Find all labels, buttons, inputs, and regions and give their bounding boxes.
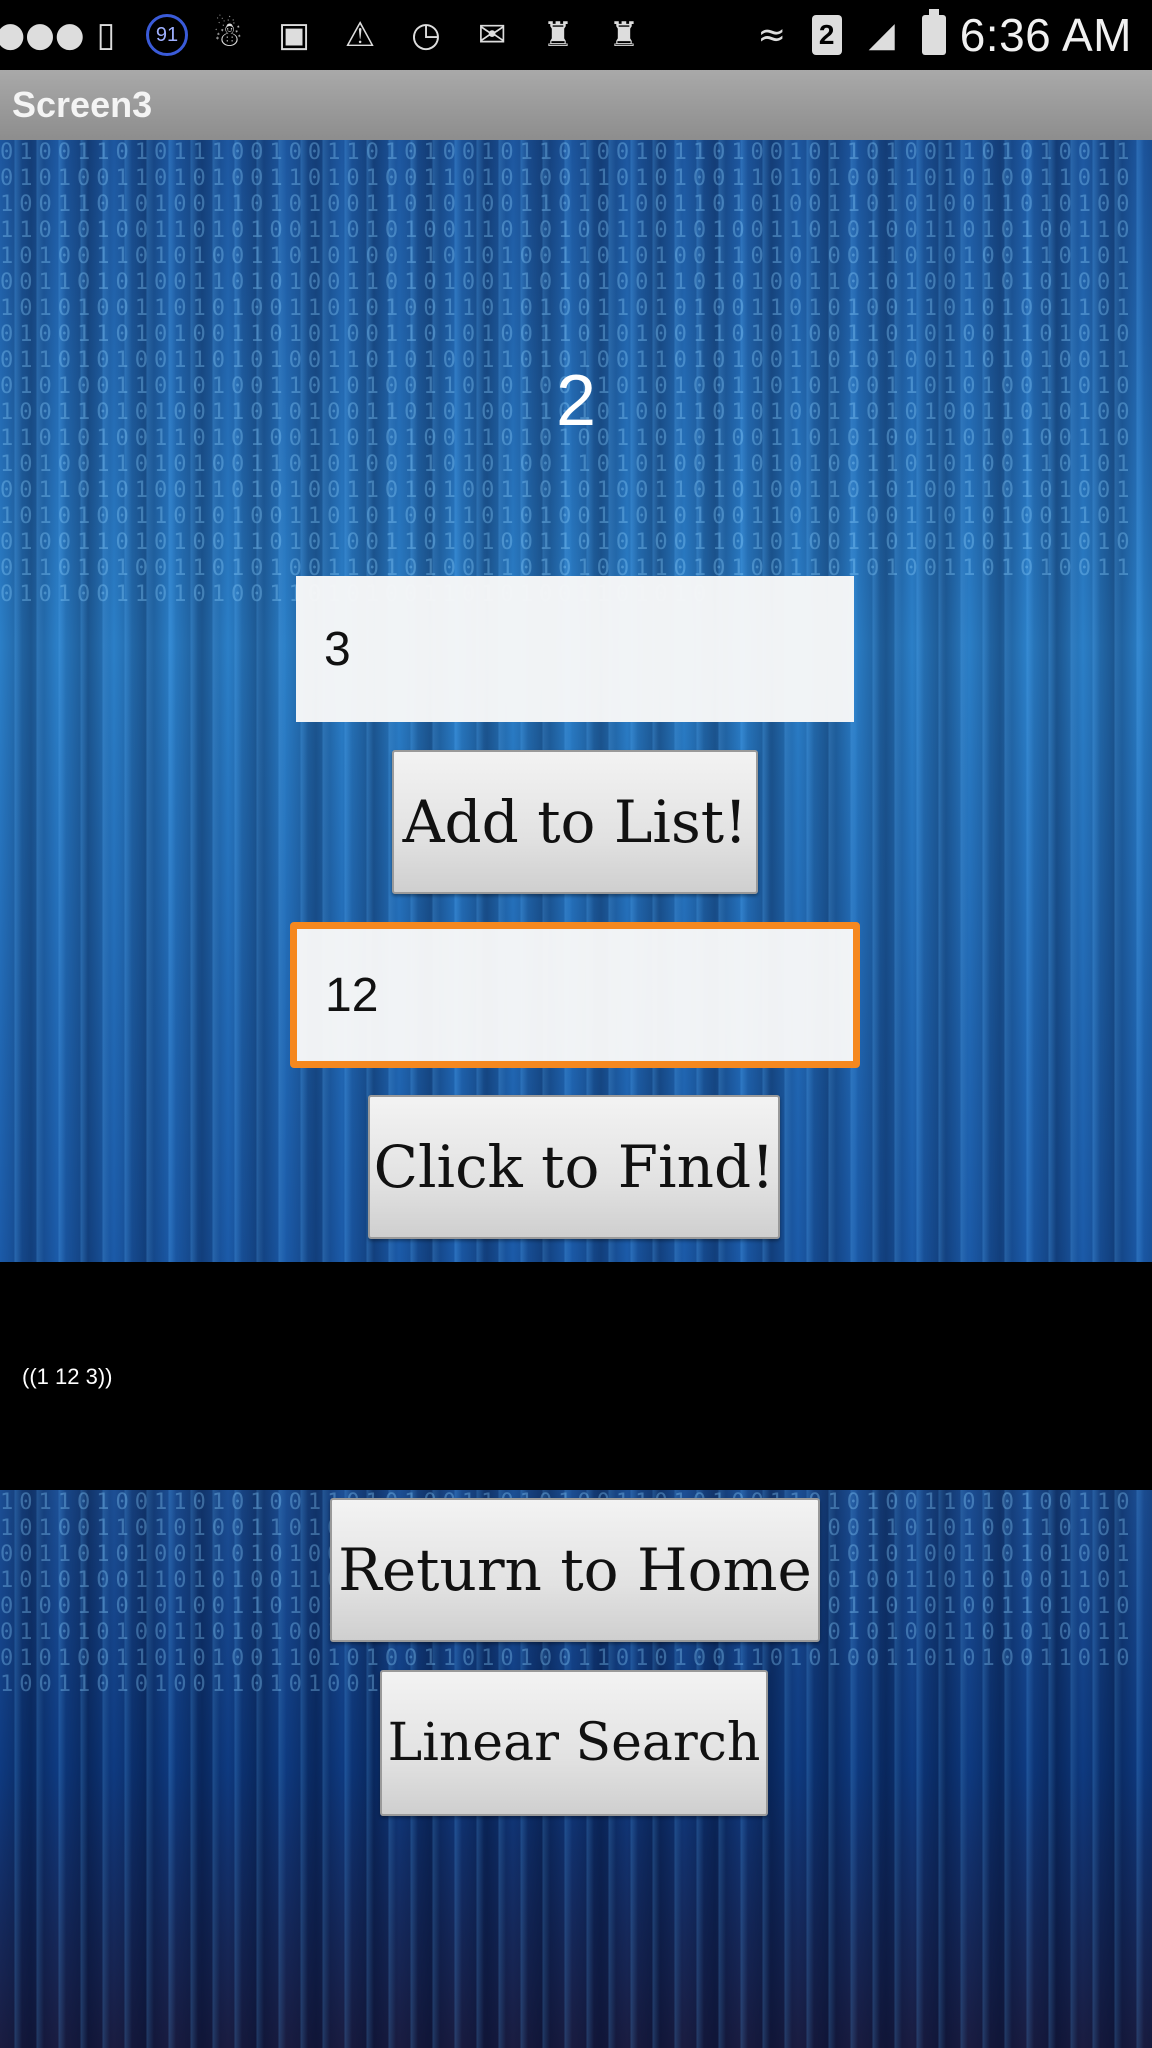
find-value-input[interactable]: 12 bbox=[290, 922, 860, 1068]
message-icon: ●●● bbox=[0, 15, 85, 55]
counter-label: 2 bbox=[555, 361, 597, 441]
add-value-input[interactable]: 3 bbox=[296, 576, 854, 722]
warning-icon: ⚠ bbox=[344, 15, 376, 55]
status-right: ≈ 2 ◢ 6:36 AM bbox=[746, 0, 1132, 70]
battery-icon bbox=[921, 9, 946, 55]
list-output-label: ((1 12 3)) bbox=[22, 1364, 113, 1389]
sim-icon: 2 bbox=[811, 15, 842, 55]
click-to-find-button[interactable]: Click to Find! bbox=[368, 1095, 780, 1239]
wifi-icon: ≈ bbox=[757, 15, 786, 55]
title-bar: Screen3 bbox=[0, 70, 1152, 140]
add-to-list-button[interactable]: Add to List! bbox=[392, 750, 758, 894]
game-icon: ♜ bbox=[542, 15, 574, 55]
image-icon: ▣ bbox=[277, 15, 311, 55]
clock: 6:36 AM bbox=[959, 9, 1132, 61]
game-icon: ♜ bbox=[608, 15, 640, 55]
list-output-area bbox=[0, 1262, 1152, 1490]
alarm-icon: ◷ bbox=[411, 15, 441, 55]
linear-search-button[interactable]: Linear Search bbox=[380, 1670, 768, 1816]
device-icon: ▯ bbox=[96, 15, 116, 55]
status-bar: ●●● ▯ 91 ☃ ▣ ⚠ ◷ ✉ ♜ ♜ ≈ 2 ◢ 6:36 AM bbox=[0, 0, 1152, 70]
gmail-icon: ✉ bbox=[477, 15, 507, 55]
snapchat-icon: ☃ bbox=[212, 15, 244, 55]
signal-icon: ◢ bbox=[868, 15, 895, 55]
notification-icons: ●●● ▯ 91 ☃ ▣ ⚠ ◷ ✉ ♜ ♜ bbox=[0, 9, 650, 61]
screen-title: Screen3 bbox=[12, 84, 153, 125]
return-to-home-button[interactable]: Return to Home bbox=[330, 1498, 820, 1642]
battery-saver-badge-icon: 91 bbox=[146, 14, 188, 56]
